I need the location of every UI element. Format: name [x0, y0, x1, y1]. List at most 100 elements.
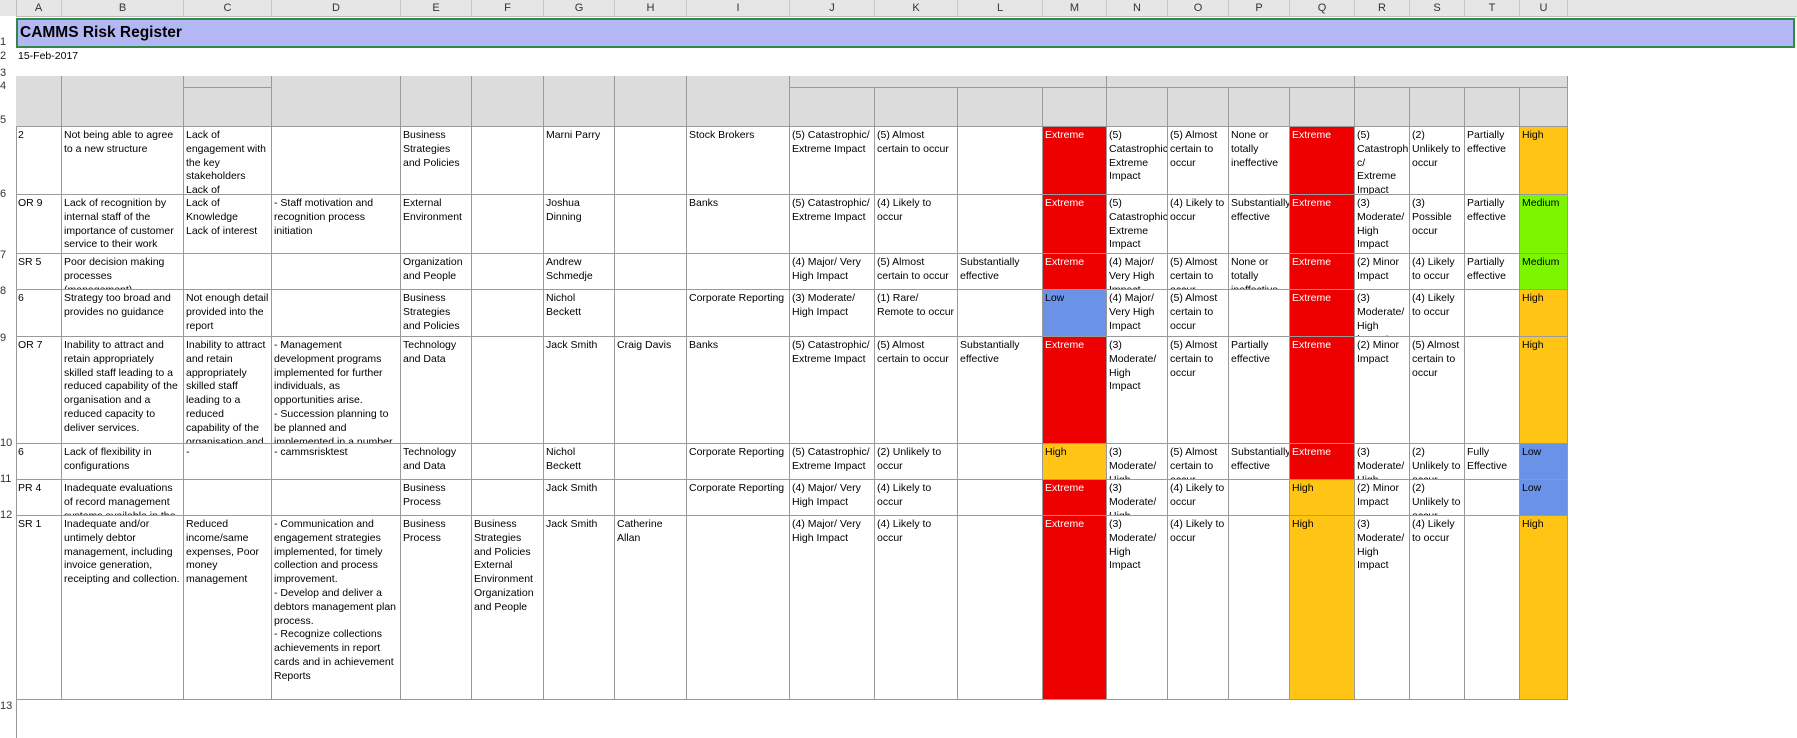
- cell-responsible[interactable]: Nichol Beckett: [544, 444, 615, 480]
- cell-f-effectiveness[interactable]: [1465, 480, 1520, 516]
- column-header-t[interactable]: T: [1465, 0, 1520, 16]
- cell-i-rating[interactable]: Extreme: [1043, 480, 1107, 516]
- cell-f-effectiveness[interactable]: [1465, 516, 1520, 700]
- group-header-causes[interactable]: [184, 76, 272, 88]
- cell-i-rating[interactable]: Low: [1043, 290, 1107, 337]
- cell-i-likelihood[interactable]: (2) Unlikely to occur: [875, 444, 958, 480]
- cell-cause[interactable]: [184, 254, 272, 290]
- column-header-q[interactable]: Q: [1290, 0, 1355, 16]
- cell-primary[interactable]: Business Process: [401, 516, 472, 700]
- cell-f-consequence[interactable]: (2) Minor Impact: [1355, 254, 1410, 290]
- column-header-l[interactable]: L: [958, 0, 1043, 16]
- cell-item[interactable]: Lack of flexibility in configurations: [62, 444, 184, 480]
- cell-responsible[interactable]: Jack Smith: [544, 516, 615, 700]
- cell-f-rating[interactable]: Medium: [1520, 254, 1568, 290]
- cell-item[interactable]: Strategy too broad and provides no guida…: [62, 290, 184, 337]
- cell-r-rating[interactable]: Extreme: [1290, 254, 1355, 290]
- column-header-s[interactable]: S: [1410, 0, 1465, 16]
- cell-f-likelihood[interactable]: (2) Unlikely to occur: [1410, 127, 1465, 195]
- row-header-7[interactable]: 7: [0, 249, 16, 261]
- cell-primary[interactable]: Business Process: [401, 480, 472, 516]
- cell-r-consequence[interactable]: (3) Moderate/ High Impact: [1107, 480, 1168, 516]
- cell-f-likelihood[interactable]: (4) Likely to occur: [1410, 516, 1465, 700]
- cell-secondary[interactable]: Business Strategies and Policies Externa…: [472, 516, 544, 700]
- header-f-effectiveness[interactable]: [1465, 88, 1520, 127]
- cell-i-effectiveness[interactable]: [958, 480, 1043, 516]
- cell-r-rating[interactable]: Extreme: [1290, 195, 1355, 254]
- cell-company[interactable]: Corporate Reporting: [687, 480, 790, 516]
- column-header-p[interactable]: P: [1229, 0, 1290, 16]
- cell-i-likelihood[interactable]: (5) Almost certain to occur: [875, 254, 958, 290]
- cell-f-rating[interactable]: High: [1520, 516, 1568, 700]
- header-responsible[interactable]: [544, 76, 615, 127]
- cell-f-effectiveness[interactable]: [1465, 337, 1520, 444]
- column-header-f[interactable]: F: [472, 0, 544, 16]
- header-sec-responsible[interactable]: [615, 76, 687, 127]
- cell-f-likelihood[interactable]: (4) Likely to occur: [1410, 254, 1465, 290]
- cell-r-effectiveness[interactable]: [1229, 290, 1290, 337]
- row-header-9[interactable]: 9: [0, 332, 16, 344]
- header-r-likelihood[interactable]: [1168, 88, 1229, 127]
- cell-r-effectiveness[interactable]: None or totally ineffective: [1229, 127, 1290, 195]
- cell-i-likelihood[interactable]: (5) Almost certain to occur: [875, 337, 958, 444]
- row-header-2[interactable]: 2: [0, 50, 16, 62]
- cell-item[interactable]: Inability to attract and retain appropri…: [62, 337, 184, 444]
- cell-f-consequence[interactable]: (3) Moderate/ High Impact: [1355, 516, 1410, 700]
- cell-r-effectiveness[interactable]: [1229, 516, 1290, 700]
- column-header-g[interactable]: G: [544, 0, 615, 16]
- cell-ref[interactable]: 6: [16, 290, 62, 337]
- cell-r-likelihood[interactable]: (5) Almost certain to occur: [1168, 127, 1229, 195]
- cell-i-rating[interactable]: Extreme: [1043, 337, 1107, 444]
- column-header-i[interactable]: I: [687, 0, 790, 16]
- cell-r-effectiveness[interactable]: None or totally ineffective: [1229, 254, 1290, 290]
- row-header-6[interactable]: 6: [0, 188, 16, 200]
- select-all-corner[interactable]: [0, 0, 17, 16]
- cell-cause[interactable]: Not enough detail provided into the repo…: [184, 290, 272, 337]
- sheet-title-cell[interactable]: CAMMS Risk Register: [16, 18, 1795, 48]
- cell-r-likelihood[interactable]: (5) Almost certain to occur: [1168, 290, 1229, 337]
- cell-r-likelihood[interactable]: (5) Almost certain to occur: [1168, 337, 1229, 444]
- cell-ref[interactable]: OR 9: [16, 195, 62, 254]
- cell-i-effectiveness[interactable]: [958, 444, 1043, 480]
- cell-item[interactable]: Inadequate evaluations of record managem…: [62, 480, 184, 516]
- cell-f-consequence[interactable]: (3) Moderate/ High Impact: [1355, 195, 1410, 254]
- cell-i-rating[interactable]: Extreme: [1043, 195, 1107, 254]
- header-company[interactable]: [687, 76, 790, 127]
- cell-sec-responsible[interactable]: [615, 127, 687, 195]
- cell-i-likelihood[interactable]: (1) Rare/ Remote to occur: [875, 290, 958, 337]
- column-header-h[interactable]: H: [615, 0, 687, 16]
- cell-r-rating[interactable]: Extreme: [1290, 127, 1355, 195]
- column-header-m[interactable]: M: [1043, 0, 1107, 16]
- cell-f-effectiveness[interactable]: Partially effective: [1465, 195, 1520, 254]
- cell-r-rating[interactable]: Extreme: [1290, 290, 1355, 337]
- header-item[interactable]: [62, 76, 184, 127]
- cell-i-effectiveness[interactable]: [958, 516, 1043, 700]
- cell-responsible[interactable]: Andrew Schmedje: [544, 254, 615, 290]
- cell-treatment[interactable]: - cammsrisktest: [272, 444, 401, 480]
- column-header-r[interactable]: R: [1355, 0, 1410, 16]
- cell-responsible[interactable]: Jack Smith: [544, 480, 615, 516]
- cell-f-rating[interactable]: High: [1520, 337, 1568, 444]
- cell-cause[interactable]: [184, 480, 272, 516]
- cell-r-rating[interactable]: Extreme: [1290, 444, 1355, 480]
- cell-primary[interactable]: Business Strategies and Policies: [401, 127, 472, 195]
- row-header-10[interactable]: 10: [0, 437, 16, 449]
- header-secondary[interactable]: [472, 76, 544, 127]
- cell-ref[interactable]: OR 7: [16, 337, 62, 444]
- column-header-u[interactable]: U: [1520, 0, 1568, 16]
- cell-sec-responsible[interactable]: [615, 195, 687, 254]
- cell-f-consequence[interactable]: (2) Minor Impact: [1355, 337, 1410, 444]
- row-header-8[interactable]: 8: [0, 285, 16, 297]
- column-header-b[interactable]: B: [62, 0, 184, 16]
- cell-secondary[interactable]: [472, 127, 544, 195]
- cell-i-likelihood[interactable]: (4) Likely to occur: [875, 516, 958, 700]
- cell-f-rating[interactable]: Low: [1520, 444, 1568, 480]
- column-header-e[interactable]: E: [401, 0, 472, 16]
- cell-responsible[interactable]: Jack Smith: [544, 337, 615, 444]
- header-f-consequence[interactable]: [1355, 88, 1410, 127]
- cell-f-consequence[interactable]: (3) Moderate/ High Impact: [1355, 444, 1410, 480]
- cell-secondary[interactable]: [472, 254, 544, 290]
- cell-ref[interactable]: PR 4: [16, 480, 62, 516]
- cell-i-effectiveness[interactable]: Substantially effective: [958, 337, 1043, 444]
- cell-r-consequence[interactable]: (3) Moderate/ High Impact: [1107, 337, 1168, 444]
